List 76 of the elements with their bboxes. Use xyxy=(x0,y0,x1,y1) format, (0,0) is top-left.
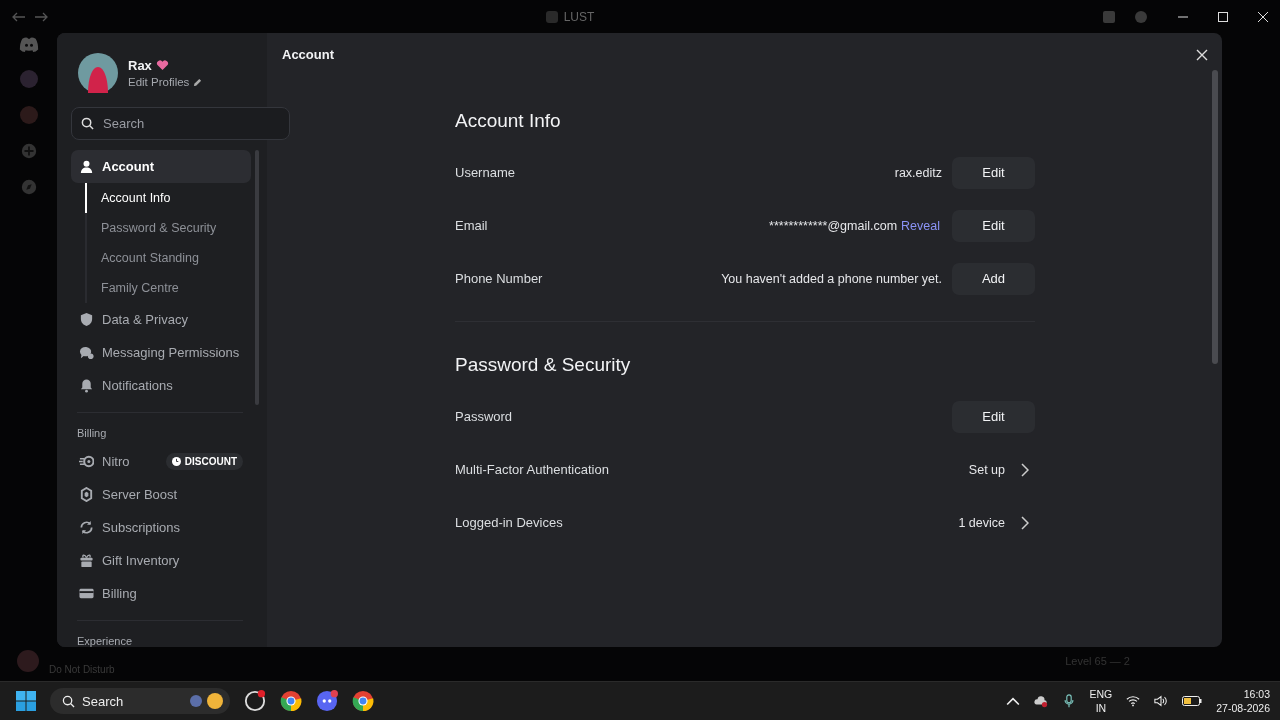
setting-value: Set up xyxy=(968,462,1005,477)
sidebar-item[interactable]: Account xyxy=(71,150,251,183)
search-highlight-icon xyxy=(188,692,224,710)
reveal-link[interactable]: Reveal xyxy=(901,218,940,233)
setting-value: rax.editz xyxy=(894,165,942,180)
page-title: Account xyxy=(282,47,334,62)
setting-value: 1 device xyxy=(958,515,1005,530)
action-button[interactable]: Edit xyxy=(952,209,1035,242)
cloud-icon[interactable] xyxy=(1033,694,1048,708)
sidebar-item[interactable]: Server Boost xyxy=(71,478,251,511)
setting-label: Password xyxy=(455,409,513,424)
person-icon xyxy=(79,159,94,174)
region-text[interactable]: IN xyxy=(1095,701,1107,715)
start-icon[interactable] xyxy=(16,691,36,711)
taskbar-search-field[interactable]: Search xyxy=(50,688,230,714)
back-arrow-icon[interactable] xyxy=(12,11,26,22)
chat-app-icon[interactable] xyxy=(316,690,338,712)
speaker-icon[interactable] xyxy=(1154,694,1169,708)
sidebar-subitem[interactable]: Account Info xyxy=(85,183,251,213)
discord-logo-icon[interactable] xyxy=(18,37,39,52)
close-window-icon[interactable] xyxy=(1258,11,1268,22)
section-header: Billing xyxy=(76,426,108,441)
search-icon xyxy=(62,694,75,708)
battery-icon[interactable] xyxy=(1182,694,1203,708)
sidebar-item[interactable]: Notifications xyxy=(71,369,251,402)
forward-arrow-icon[interactable] xyxy=(34,11,48,22)
sidebar-item[interactable]: Subscriptions xyxy=(71,511,251,544)
setting-label: Multi-Factor Authentication xyxy=(455,462,609,477)
sidebar-subitem[interactable]: Family Centre xyxy=(85,273,251,303)
sidebar-subitem[interactable]: Password & Security xyxy=(85,213,251,243)
card-icon xyxy=(79,586,94,601)
microphone-icon[interactable] xyxy=(1061,694,1076,708)
browser-icon[interactable] xyxy=(280,690,302,712)
maximize-icon[interactable] xyxy=(1218,11,1228,22)
search-icon xyxy=(81,117,94,130)
chat-icon xyxy=(79,345,94,360)
browser-icon[interactable] xyxy=(352,690,374,712)
wifi-icon[interactable] xyxy=(1126,694,1141,708)
sidebar-item[interactable]: Billing xyxy=(71,577,251,610)
setting-label: Logged-in Devices xyxy=(455,515,563,530)
setting-label: Phone Number xyxy=(455,271,543,286)
gift-icon xyxy=(79,553,94,568)
shield-icon xyxy=(79,312,94,327)
edit-profiles-link[interactable]: Edit Profiles xyxy=(128,76,203,88)
sidebar-subitem[interactable]: Account Standing xyxy=(85,243,251,273)
app-icon[interactable] xyxy=(244,690,266,712)
close-icon[interactable] xyxy=(1196,48,1208,61)
clock-time[interactable]: 16:03 xyxy=(1243,687,1270,701)
pencil-icon xyxy=(193,77,203,87)
action-button[interactable]: Add xyxy=(952,262,1035,295)
language-text[interactable]: ENG xyxy=(1089,687,1113,701)
action-button[interactable]: Edit xyxy=(952,400,1035,433)
clock-date[interactable]: 27-08-2026 xyxy=(1216,701,1270,715)
sidebar-item[interactable]: Nitro DISCOUNT xyxy=(71,445,251,478)
bell-icon xyxy=(79,378,94,393)
sidebar-item[interactable]: Gift Inventory xyxy=(71,544,251,577)
search-field[interactable]: Search xyxy=(71,107,290,140)
setting-label: Email xyxy=(455,218,488,233)
action-button[interactable]: Edit xyxy=(952,156,1035,189)
setting-value: You haven't added a phone number yet. xyxy=(721,271,942,286)
server-icon xyxy=(545,10,558,23)
discount-badge: DISCOUNT xyxy=(165,453,243,470)
sidebar-item[interactable]: Data & Privacy xyxy=(71,303,251,336)
window-title: LUST xyxy=(563,9,595,24)
sidebar-item[interactable]: Messaging Permissions xyxy=(71,336,251,369)
section-heading: Password & Security xyxy=(455,354,632,376)
profile-name: Rax xyxy=(128,58,152,73)
scrollbar-thumb[interactable] xyxy=(1212,70,1218,364)
heart-icon xyxy=(155,60,169,71)
section-header: Experience xyxy=(76,634,134,647)
chevron-right-icon[interactable] xyxy=(1021,462,1029,477)
setting-value: ************@gmail.com xyxy=(769,218,898,233)
avatar-icon[interactable] xyxy=(78,53,118,93)
setting-label: Username xyxy=(455,165,515,180)
section-heading: Account Info xyxy=(455,110,562,132)
chevron-right-icon[interactable] xyxy=(1021,515,1029,530)
